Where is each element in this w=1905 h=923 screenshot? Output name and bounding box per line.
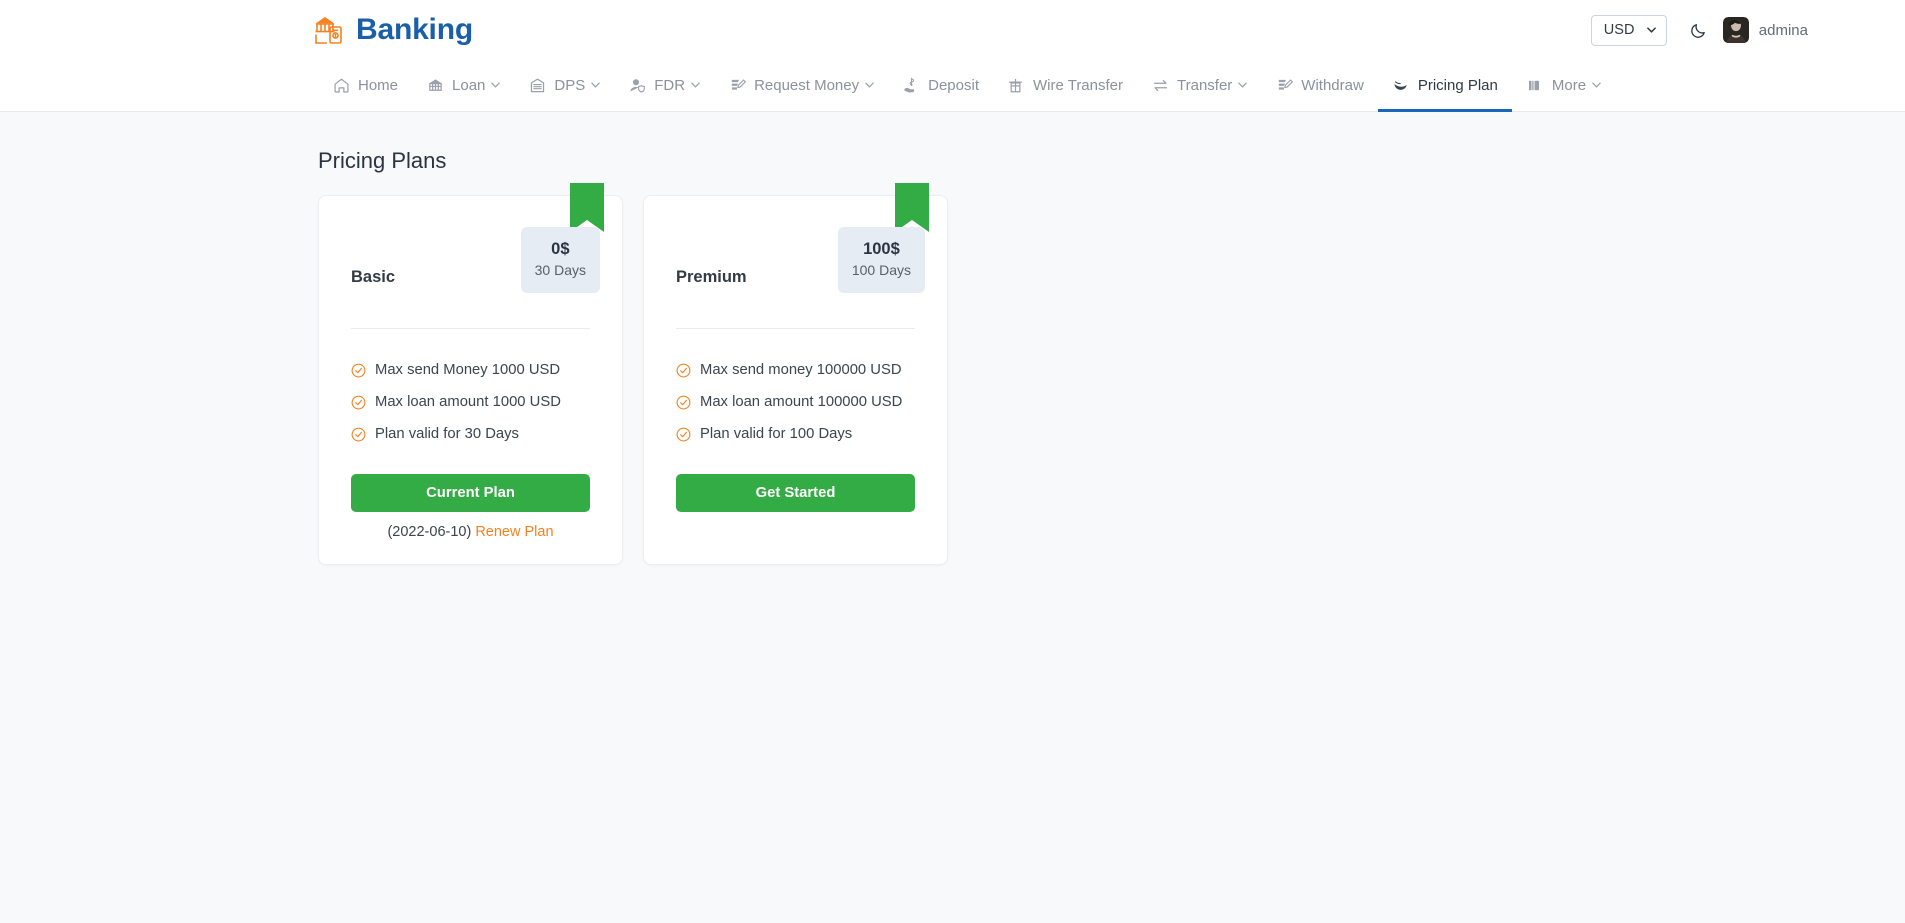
nav-item-pricing-plan[interactable]: Pricing Plan [1378, 61, 1512, 112]
nav-item-loan[interactable]: Loan [412, 61, 514, 112]
price-period: 100 Days [852, 261, 911, 281]
nav-label: More [1552, 77, 1586, 94]
ribbon-icon [570, 183, 604, 232]
check-circle-icon [351, 395, 366, 410]
check-circle-icon [676, 427, 691, 442]
feature-list: Max send money 100000 USD Max loan amoun… [676, 329, 915, 450]
feature-list: Max send Money 1000 USD Max loan amount … [351, 329, 590, 450]
chevron-down-icon [491, 82, 500, 88]
feature-item: Plan valid for 100 Days [676, 418, 915, 450]
feature-item: Max loan amount 100000 USD [676, 386, 915, 418]
currency-select[interactable]: USD [1591, 15, 1667, 46]
plan-name: Premium [676, 268, 747, 287]
request-money-icon [728, 76, 746, 94]
nav-label: Deposit [928, 77, 979, 94]
transfer-arrows-icon [1151, 76, 1169, 94]
check-circle-icon [676, 363, 691, 378]
feature-label: Plan valid for 100 Days [700, 426, 852, 442]
main-content: Pricing Plans Basic 0$ 30 Days [0, 148, 1905, 565]
chevron-down-icon [865, 82, 874, 88]
wire-transfer-icon [1007, 76, 1025, 94]
nav-item-more[interactable]: More [1512, 61, 1615, 112]
chevron-down-icon [1592, 82, 1601, 88]
username-label: admina [1759, 22, 1808, 39]
renew-date: (2022-06-10) [387, 524, 471, 540]
nav-item-transfer[interactable]: Transfer [1137, 61, 1261, 112]
user-avatar-icon [1723, 17, 1749, 43]
nav-item-wire-transfer[interactable]: Wire Transfer [993, 61, 1137, 112]
check-circle-icon [351, 363, 366, 378]
nav-label: Wire Transfer [1033, 77, 1123, 94]
home-icon [332, 76, 350, 94]
feature-label: Max loan amount 1000 USD [375, 394, 561, 410]
dps-bank-icon [528, 76, 546, 94]
nav-label: Request Money [754, 77, 859, 94]
nav-item-request-money[interactable]: Request Money [714, 61, 888, 112]
nav-label: FDR [654, 77, 685, 94]
more-icon [1526, 76, 1544, 94]
loan-icon [426, 76, 444, 94]
chevron-down-icon [1238, 82, 1247, 88]
nav-item-dps[interactable]: DPS [514, 61, 614, 112]
ribbon-icon [895, 183, 929, 232]
card-header: Premium 100$ 100 Days [676, 196, 915, 329]
brand-logo[interactable]: Banking [313, 14, 473, 46]
check-circle-icon [676, 395, 691, 410]
price-badge: 100$ 100 Days [838, 227, 925, 293]
card-bottom-spacer [676, 512, 915, 538]
nav-label: Loan [452, 77, 485, 94]
nav-label: Withdraw [1301, 77, 1364, 94]
nav-label: Pricing Plan [1418, 77, 1498, 94]
top-bar: Banking USD admina [0, 0, 1905, 60]
avatar[interactable] [1723, 17, 1749, 43]
main-navigation: Home Loan DPS FDR Request Money Deposit [0, 60, 1905, 112]
nav-label: DPS [554, 77, 585, 94]
nav-item-fdr[interactable]: FDR [614, 61, 714, 112]
nav-label: Transfer [1177, 77, 1232, 94]
feature-label: Max send money 100000 USD [700, 362, 902, 378]
theme-toggle-button[interactable] [1681, 13, 1717, 47]
nav-item-home[interactable]: Home [318, 61, 412, 112]
feature-item: Max send money 100000 USD [676, 354, 915, 386]
check-circle-icon [351, 427, 366, 442]
feature-label: Max loan amount 100000 USD [700, 394, 902, 410]
renew-row: (2022-06-10) Renew Plan [351, 512, 590, 564]
deposit-hand-icon [902, 76, 920, 94]
pricing-cards-container: Basic 0$ 30 Days Max send Money 1000 USD [318, 195, 1905, 565]
user-shield-icon [628, 76, 646, 94]
pricing-card-basic: Basic 0$ 30 Days Max send Money 1000 USD [318, 195, 623, 565]
withdraw-icon [1275, 76, 1293, 94]
price-badge: 0$ 30 Days [521, 227, 600, 293]
get-started-button[interactable]: Get Started [676, 474, 915, 512]
currency-select-wrap: USD [1591, 15, 1667, 46]
bank-money-icon [313, 14, 349, 46]
page-title: Pricing Plans [318, 148, 1905, 174]
plan-name: Basic [351, 268, 395, 287]
feature-item: Plan valid for 30 Days [351, 418, 590, 450]
nav-item-deposit[interactable]: Deposit [888, 61, 993, 112]
renew-plan-link[interactable]: Renew Plan [475, 524, 553, 540]
pricing-card-premium: Premium 100$ 100 Days Max send money 100… [643, 195, 948, 565]
feature-item: Max send Money 1000 USD [351, 354, 590, 386]
pricing-plan-icon [1392, 76, 1410, 94]
card-header: Basic 0$ 30 Days [351, 196, 590, 329]
feature-label: Max send Money 1000 USD [375, 362, 560, 378]
chevron-down-icon [591, 82, 600, 88]
price-amount: 0$ [535, 239, 586, 260]
price-amount: 100$ [852, 239, 911, 260]
moon-icon [1690, 21, 1708, 39]
chevron-down-icon [691, 82, 700, 88]
price-period: 30 Days [535, 261, 586, 281]
nav-label: Home [358, 77, 398, 94]
feature-item: Max loan amount 1000 USD [351, 386, 590, 418]
top-bar-right: USD admina [1591, 13, 1808, 47]
brand-title: Banking [356, 15, 473, 45]
feature-label: Plan valid for 30 Days [375, 426, 519, 442]
nav-item-withdraw[interactable]: Withdraw [1261, 61, 1378, 112]
current-plan-button[interactable]: Current Plan [351, 474, 590, 512]
